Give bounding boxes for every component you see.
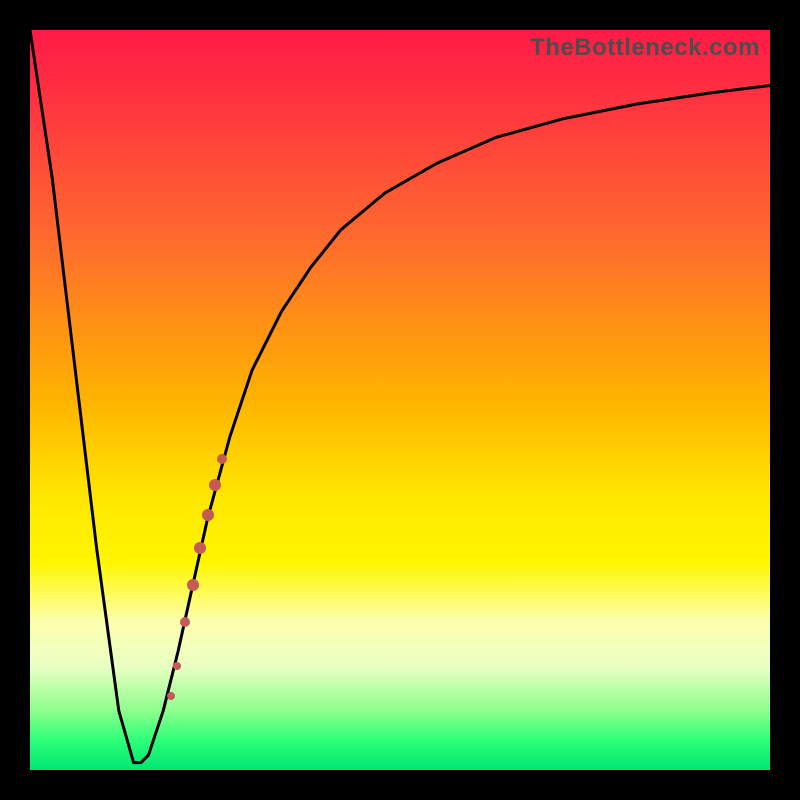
chart-frame: TheBottleneck.com <box>0 0 800 800</box>
data-marker <box>167 692 175 700</box>
plot-area: TheBottleneck.com <box>30 30 770 770</box>
data-marker <box>217 454 227 464</box>
data-marker <box>209 479 221 491</box>
data-marker <box>180 617 190 627</box>
data-marker <box>202 509 214 521</box>
data-marker <box>187 579 199 591</box>
data-marker <box>173 662 181 670</box>
data-marker <box>194 542 206 554</box>
marker-layer <box>30 30 770 770</box>
